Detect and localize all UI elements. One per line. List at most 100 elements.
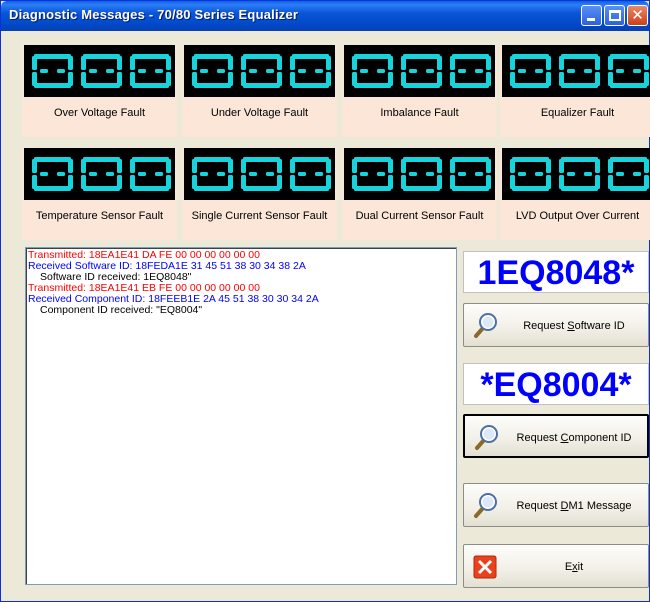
segment <box>315 172 323 176</box>
segment <box>403 83 440 88</box>
close-icon: ✕ <box>631 6 644 24</box>
message-log[interactable]: Transmitted: 18EA1E41 DA FE 00 00 00 00 … <box>25 247 457 585</box>
seven-segment-digits <box>32 54 171 88</box>
segment <box>228 72 233 86</box>
segment <box>450 72 455 86</box>
segment <box>241 175 246 189</box>
segment <box>561 157 598 162</box>
segment <box>249 172 257 176</box>
segment <box>352 159 357 173</box>
segment <box>290 159 295 173</box>
maximize-button[interactable] <box>604 5 625 26</box>
seven-segment-digits <box>192 54 331 88</box>
segment <box>290 72 295 86</box>
segment <box>595 175 600 189</box>
seven-segment-digits <box>192 157 331 191</box>
segment <box>117 159 122 173</box>
segment <box>458 69 466 73</box>
component-id-display: *EQ8004* <box>463 363 649 405</box>
segment <box>217 172 225 176</box>
segment <box>298 172 306 176</box>
segment <box>608 159 613 173</box>
button-label: Request Software ID <box>523 320 625 332</box>
segment <box>452 186 489 191</box>
segment <box>34 54 71 59</box>
segment <box>194 83 231 88</box>
segment <box>40 69 48 73</box>
seven-segment-display <box>24 148 175 200</box>
segment <box>401 56 406 70</box>
fault-label: Temperature Sensor Fault <box>35 210 164 222</box>
fault-over-voltage: Over Voltage Fault <box>22 45 177 137</box>
segment <box>194 54 231 59</box>
segment <box>89 172 97 176</box>
segment <box>546 56 551 70</box>
seven-segment-digits <box>32 157 171 191</box>
minimize-button[interactable] <box>581 5 602 26</box>
segment <box>475 69 483 73</box>
segment <box>360 69 368 73</box>
segment <box>510 159 515 173</box>
segment <box>567 69 575 73</box>
segment <box>426 172 434 176</box>
segment <box>81 159 86 173</box>
segment <box>241 72 246 86</box>
segment <box>377 172 385 176</box>
segment <box>584 69 592 73</box>
request-software-id-button[interactable]: Request Software ID <box>463 303 649 347</box>
segment <box>228 56 233 70</box>
segment <box>166 56 171 70</box>
segment <box>452 83 489 88</box>
segment <box>194 186 231 191</box>
segment <box>68 175 73 189</box>
segment <box>616 172 624 176</box>
fault-label: Dual Current Sensor Fault <box>355 210 484 222</box>
request-dm1-message-button[interactable]: Request DM1 Message <box>463 483 649 527</box>
segment <box>194 157 231 162</box>
button-label: Exit <box>564 561 584 573</box>
title-bar[interactable]: Diagnostic Messages - 70/80 Series Equal… <box>1 1 649 31</box>
fault-label: Imbalance Fault <box>380 107 459 119</box>
segment <box>298 69 306 73</box>
segment <box>354 157 391 162</box>
fault-imbalance: Imbalance Fault <box>342 45 497 137</box>
segment <box>559 159 564 173</box>
segment <box>266 69 274 73</box>
segment <box>559 56 564 70</box>
fault-single-current-sensor: Single Current Sensor Fault <box>182 148 337 240</box>
segment <box>546 159 551 173</box>
segment <box>292 157 329 162</box>
segment <box>228 159 233 173</box>
segment <box>326 175 331 189</box>
segment <box>388 72 393 86</box>
segment <box>132 54 169 59</box>
fault-temperature-sensor: Temperature Sensor Fault <box>22 148 177 240</box>
request-component-id-button[interactable]: Request Component ID <box>463 414 649 458</box>
segment <box>81 175 86 189</box>
segment <box>486 159 491 173</box>
segment <box>40 172 48 176</box>
segment <box>32 72 37 86</box>
segment <box>243 54 280 59</box>
segment <box>475 172 483 176</box>
segment <box>32 159 37 173</box>
segment <box>403 186 440 191</box>
segment <box>166 175 171 189</box>
segment <box>32 175 37 189</box>
segment <box>510 175 515 189</box>
seven-segment-digits <box>352 157 491 191</box>
segment <box>34 186 71 191</box>
segment <box>452 54 489 59</box>
segment <box>644 56 649 70</box>
close-button[interactable]: ✕ <box>627 5 648 26</box>
fault-dual-current-sensor: Dual Current Sensor Fault <box>342 148 497 240</box>
segment <box>486 72 491 86</box>
segment <box>138 69 146 73</box>
exit-button[interactable]: Exit <box>463 544 649 588</box>
segment <box>277 175 282 189</box>
segment <box>458 172 466 176</box>
segment <box>450 175 455 189</box>
segment <box>166 72 171 86</box>
segment <box>57 172 65 176</box>
segment <box>83 186 120 191</box>
